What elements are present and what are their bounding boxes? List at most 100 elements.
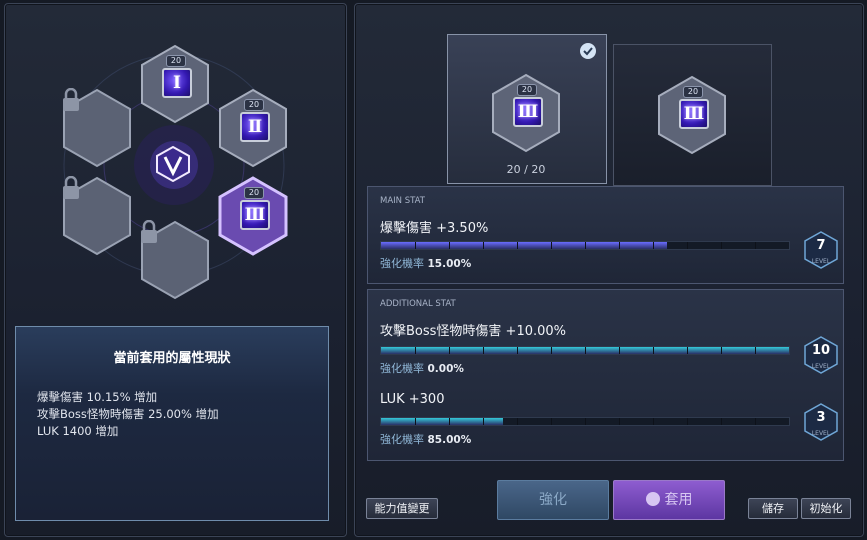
core-matrix: 20 Ⅰ 20 Ⅱ 20 Ⅲ xyxy=(0,0,341,320)
main-stat-rate: 強化機率 15.00% xyxy=(380,255,471,271)
lock-icon xyxy=(63,176,79,199)
v-emblem-icon xyxy=(156,146,190,182)
progress-segment xyxy=(551,418,552,425)
progress-segment xyxy=(653,347,654,354)
main-stat-progress xyxy=(380,241,790,250)
additional-stat-progress xyxy=(380,417,790,426)
additional-stat-rate: 強化機率 0.00% xyxy=(380,360,464,376)
main-stat-progress-fill xyxy=(381,242,667,249)
lock-icon xyxy=(141,220,157,243)
additional-stat-progress-fill xyxy=(381,418,503,425)
progress-segment xyxy=(653,242,654,249)
progress-segment xyxy=(415,418,416,425)
additional-stat-label: ADDITIONAL STAT xyxy=(380,299,456,309)
core-gem-icon: Ⅱ xyxy=(240,112,270,142)
core-slot-6[interactable] xyxy=(62,88,132,168)
progress-segment xyxy=(755,242,756,249)
progress-segment xyxy=(483,242,484,249)
progress-segment xyxy=(721,418,722,425)
gem-numeral: Ⅱ xyxy=(247,117,263,137)
progress-segment xyxy=(687,242,688,249)
progress-segment xyxy=(585,418,586,425)
change-stats-button[interactable]: 能力值變更 xyxy=(366,498,438,519)
main-stat-section: MAIN STAT 爆擊傷害 +3.50% 強化機率 15.00% 7 LEVE… xyxy=(367,186,844,284)
gem-numeral: Ⅲ xyxy=(244,205,266,225)
core-preview-result[interactable]: 20 Ⅲ xyxy=(613,44,772,186)
core-slot-4[interactable] xyxy=(140,220,210,300)
additional-stat-level-badge: 3 LEVEL xyxy=(803,403,839,441)
progress-segment xyxy=(687,418,688,425)
core-slot-3[interactable]: 20 Ⅲ xyxy=(218,176,288,256)
progress-segment xyxy=(551,347,552,354)
main-stat-level-badge: 7 LEVEL xyxy=(803,231,839,269)
level-number: 10 xyxy=(811,343,831,358)
save-button[interactable]: 儲存 xyxy=(748,498,798,519)
gem-numeral: Ⅰ xyxy=(173,73,181,93)
progress-segment xyxy=(721,347,722,354)
current-stat-line: 爆擊傷害 10.15% 增加 xyxy=(37,390,158,404)
current-stat-line: LUK 1400 增加 xyxy=(37,424,119,438)
additional-stat-progress xyxy=(380,346,790,355)
core-slot-5[interactable] xyxy=(62,176,132,256)
enhance-button[interactable]: 強化 xyxy=(497,480,609,520)
progress-segment xyxy=(755,418,756,425)
rate-value: 0.00% xyxy=(427,363,464,375)
check-circle-icon xyxy=(645,492,660,506)
preview-level: 20 xyxy=(517,84,537,96)
preview-count: 20 / 20 xyxy=(506,163,546,176)
current-stat-line: 攻擊Boss怪物時傷害 25.00% 增加 xyxy=(37,407,219,421)
additional-stat-value: LUK +300 xyxy=(380,392,445,407)
additional-stat-level-badge: 10 LEVEL xyxy=(803,336,839,374)
progress-segment xyxy=(415,347,416,354)
progress-segment xyxy=(755,347,756,354)
apply-label: 套用 xyxy=(664,492,693,508)
slot-level: 20 xyxy=(244,99,264,111)
rate-value: 85.00% xyxy=(427,434,472,446)
progress-segment xyxy=(449,347,450,354)
level-caption: LEVEL xyxy=(811,363,831,370)
progress-segment xyxy=(687,347,688,354)
progress-segment xyxy=(517,242,518,249)
level-number: 3 xyxy=(816,410,826,425)
progress-segment xyxy=(449,418,450,425)
preview-level: 20 xyxy=(683,86,703,98)
rate-label: 強化機率 xyxy=(380,257,424,270)
core-gem-icon: Ⅲ xyxy=(240,200,270,230)
lock-icon xyxy=(63,88,79,111)
progress-segment xyxy=(619,347,620,354)
progress-segment xyxy=(483,347,484,354)
additional-stat-section: ADDITIONAL STAT 攻擊Boss怪物時傷害 +10.00% 強化機率… xyxy=(367,289,844,461)
gem-numeral: Ⅲ xyxy=(683,104,705,124)
level-caption: LEVEL xyxy=(811,258,831,265)
progress-segment xyxy=(483,418,484,425)
progress-segment xyxy=(721,242,722,249)
main-stat-label: MAIN STAT xyxy=(380,196,425,206)
additional-stat-rate: 強化機率 85.00% xyxy=(380,431,471,447)
progress-segment xyxy=(585,347,586,354)
progress-segment xyxy=(619,418,620,425)
progress-segment xyxy=(449,242,450,249)
apply-button[interactable]: 套用 xyxy=(613,480,725,520)
rate-label: 強化機率 xyxy=(380,362,424,375)
core-slot-2[interactable]: 20 Ⅱ xyxy=(218,88,288,168)
progress-segment xyxy=(619,242,620,249)
progress-segment xyxy=(517,347,518,354)
reset-button[interactable]: 初始化 xyxy=(801,498,851,519)
progress-segment xyxy=(585,242,586,249)
core-gem-icon: Ⅲ xyxy=(679,99,709,129)
gem-numeral: Ⅲ xyxy=(517,102,539,122)
rate-value: 15.00% xyxy=(427,258,472,270)
current-stats-box: 當前套用的屬性現狀 爆擊傷害 10.15% 增加 攻擊Boss怪物時傷害 25.… xyxy=(15,326,329,521)
slot-level: 20 xyxy=(166,55,186,67)
rate-label: 強化機率 xyxy=(380,433,424,446)
progress-segment xyxy=(551,242,552,249)
check-icon xyxy=(580,43,596,59)
additional-stat-value: 攻擊Boss怪物時傷害 +10.00% xyxy=(380,324,567,339)
level-number: 7 xyxy=(816,238,826,253)
core-gem-icon: Ⅲ xyxy=(513,97,543,127)
slot-level: 20 xyxy=(244,187,264,199)
progress-segment xyxy=(653,418,654,425)
progress-segment xyxy=(415,242,416,249)
main-stat-value: 爆擊傷害 +3.50% xyxy=(380,221,489,236)
core-slot-1[interactable]: 20 Ⅰ xyxy=(140,44,210,124)
